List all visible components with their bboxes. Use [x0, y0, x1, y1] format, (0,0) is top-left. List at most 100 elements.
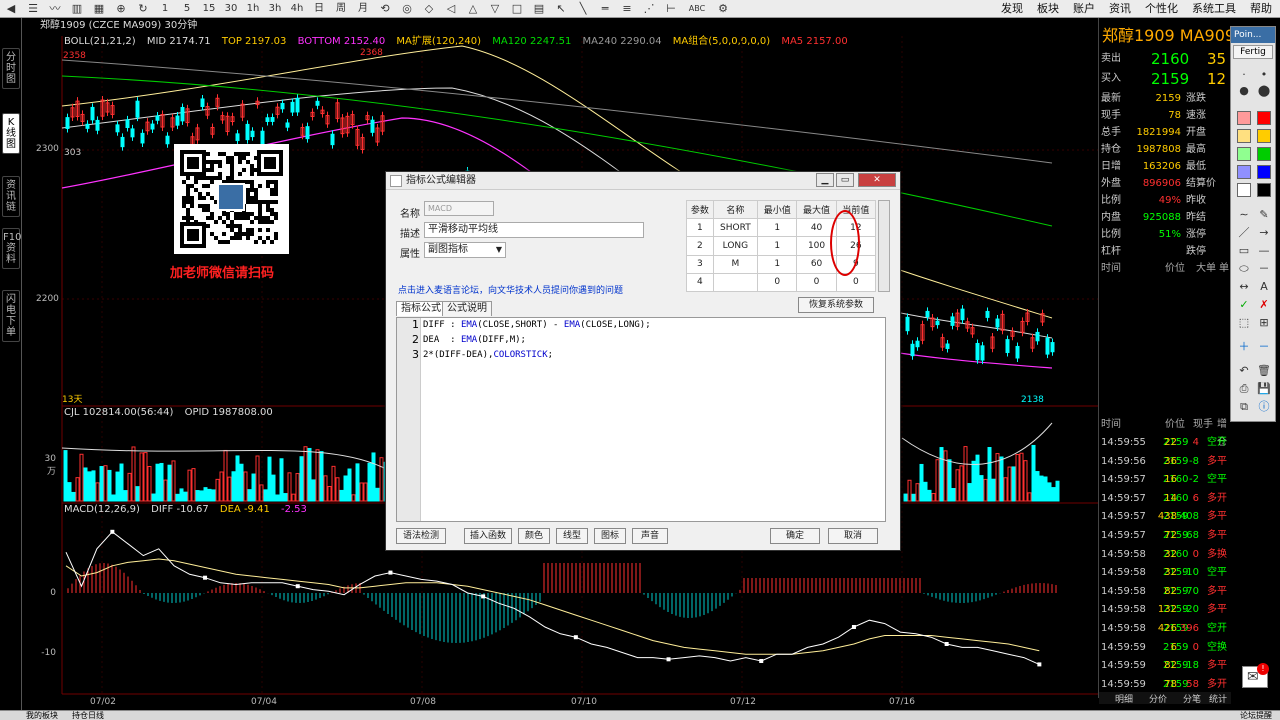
- dot-xlarge-icon[interactable]: ⬤: [1255, 83, 1273, 99]
- chart-line-icon[interactable]: 〰: [46, 1, 64, 17]
- fib-icon[interactable]: ≡: [618, 1, 636, 17]
- status-my-sector[interactable]: 我的板块: [26, 711, 58, 720]
- sell-row[interactable]: 卖出 2160 35: [1099, 48, 1231, 70]
- dialog-titlebar[interactable]: 指标公式编辑器 ▁ ▭ ✕: [386, 172, 900, 190]
- icon-button[interactable]: 图标: [594, 528, 626, 544]
- fan-icon[interactable]: ⋰: [640, 1, 658, 17]
- tab-detail[interactable]: 明细: [1115, 692, 1133, 705]
- cursor-icon[interactable]: ↖: [552, 1, 570, 17]
- period-day[interactable]: 日: [310, 1, 328, 17]
- refresh-icon[interactable]: ↻: [134, 1, 152, 17]
- cross-icon[interactable]: ✗: [1255, 297, 1273, 313]
- text-tool-icon[interactable]: A: [1255, 279, 1273, 295]
- undo-icon[interactable]: ↶: [1235, 363, 1253, 379]
- square-icon[interactable]: □: [508, 1, 526, 17]
- hline-tool-icon[interactable]: —: [1255, 243, 1273, 259]
- close-icon[interactable]: ✕: [858, 173, 896, 187]
- tick-row[interactable]: 14:59:57 2159 438 -408 多平: [1099, 508, 1231, 526]
- color-green[interactable]: [1257, 147, 1271, 161]
- tab-stats[interactable]: 统计: [1209, 692, 1227, 705]
- rotate-icon[interactable]: ⟲: [376, 1, 394, 17]
- pen-icon[interactable]: ✎: [1255, 207, 1273, 223]
- tick-row[interactable]: 14:59:58 2159 426 396 空开: [1099, 620, 1231, 638]
- grid-icon[interactable]: ▦: [90, 1, 108, 17]
- menu-sector[interactable]: 板块: [1037, 0, 1059, 18]
- tick-row[interactable]: 14:59:58 2159 132 -20 多平: [1099, 601, 1231, 619]
- tab-timeshare[interactable]: 分时图: [2, 48, 20, 89]
- status-position[interactable]: 持仓日线: [72, 711, 104, 720]
- period-month[interactable]: 月: [354, 1, 372, 17]
- color-white[interactable]: [1237, 183, 1251, 197]
- tick-row[interactable]: 14:59:59 2159 82 -18 多平: [1099, 657, 1231, 675]
- forum-hint-link[interactable]: 点击进入麦语言论坛，向文华技术人员提问你遇到的问题: [398, 283, 623, 296]
- tick-row[interactable]: 14:59:55 2159 22 4 空开: [1099, 434, 1231, 452]
- color-lightgreen[interactable]: [1237, 147, 1251, 161]
- bars-icon[interactable]: ▤: [530, 1, 548, 17]
- line-tool-icon[interactable]: ／: [1235, 225, 1253, 241]
- period-1h[interactable]: 1h: [244, 1, 262, 17]
- diamond-icon[interactable]: ◇: [420, 1, 438, 17]
- buy-row[interactable]: 买入 2159 12: [1099, 68, 1231, 90]
- param-row[interactable]: 4000: [686, 272, 877, 293]
- wave-icon[interactable]: ∼: [1235, 207, 1253, 223]
- print-icon[interactable]: ⎙: [1235, 381, 1253, 397]
- insert-function-button[interactable]: 插入函数: [464, 528, 512, 544]
- rect-tool-icon[interactable]: ▭: [1235, 243, 1253, 259]
- arrow-left-icon[interactable]: ◁: [442, 1, 460, 17]
- ok-button[interactable]: 确定: [770, 528, 820, 544]
- back-icon[interactable]: ◀: [2, 1, 20, 17]
- tab-news-chain[interactable]: 资讯链: [2, 176, 20, 217]
- period-3h[interactable]: 3h: [266, 1, 284, 17]
- tick-row[interactable]: 14:59:57 2159 72 -68 多平: [1099, 527, 1231, 545]
- measure-icon[interactable]: ⊢: [662, 1, 680, 17]
- settings-icon[interactable]: ⚙: [714, 1, 732, 17]
- tab-kline[interactable]: K线图: [2, 113, 20, 154]
- period-4h[interactable]: 4h: [288, 1, 306, 17]
- period-5[interactable]: 5: [178, 1, 196, 17]
- params-scrollbar[interactable]: [878, 200, 890, 292]
- menu-news[interactable]: 资讯: [1109, 0, 1131, 18]
- list-icon[interactable]: ☰: [24, 1, 42, 17]
- fertig-button[interactable]: Fertig: [1233, 45, 1273, 59]
- color-yellow[interactable]: [1257, 129, 1271, 143]
- period-15[interactable]: 15: [200, 1, 218, 17]
- color-lightred[interactable]: [1237, 111, 1251, 125]
- line-icon[interactable]: ╲: [574, 1, 592, 17]
- restore-defaults-button[interactable]: 恢复系统参数: [798, 297, 874, 313]
- zoom-select-icon[interactable]: ⊞: [1255, 315, 1273, 331]
- double-arrow-icon[interactable]: ↔: [1235, 279, 1253, 295]
- syntax-check-button[interactable]: 语法检测: [396, 528, 446, 544]
- hline-icon[interactable]: ═: [596, 1, 614, 17]
- ellipse-tool-icon[interactable]: ⬭: [1235, 261, 1253, 277]
- color-lightyellow[interactable]: [1237, 129, 1251, 143]
- dot-large-icon[interactable]: ●: [1235, 83, 1253, 99]
- tick-row[interactable]: 14:59:57 2160 14 6 多开: [1099, 490, 1231, 508]
- name-field[interactable]: MACD: [424, 201, 494, 216]
- cancel-button[interactable]: 取消: [828, 528, 878, 544]
- tab-price-split[interactable]: 分价: [1149, 692, 1167, 705]
- mail-notification[interactable]: ✉ !: [1242, 663, 1269, 688]
- menu-help[interactable]: 帮助: [1250, 0, 1272, 18]
- color-blue[interactable]: [1257, 165, 1271, 179]
- arrow-tool-icon[interactable]: →: [1255, 225, 1273, 241]
- menu-personalize[interactable]: 个性化: [1145, 0, 1178, 18]
- restore-icon[interactable]: ▭: [836, 173, 854, 187]
- arrow-up-icon[interactable]: △: [464, 1, 482, 17]
- color-red[interactable]: [1257, 111, 1271, 125]
- tick-row[interactable]: 14:59:57 2160 16 -2 空平: [1099, 471, 1231, 489]
- tick-row[interactable]: 14:59:58 2159 82 -70 多平: [1099, 583, 1231, 601]
- period-week[interactable]: 周: [332, 1, 350, 17]
- candle-icon[interactable]: ▥: [68, 1, 86, 17]
- period-30[interactable]: 30: [222, 1, 240, 17]
- tick-row[interactable]: 14:59:59 2159 6 0 空换: [1099, 639, 1231, 657]
- dot-small-icon[interactable]: ·: [1235, 67, 1253, 83]
- dot-medium-icon[interactable]: •: [1255, 67, 1273, 83]
- plus-icon[interactable]: ＋: [1235, 339, 1253, 355]
- select-icon[interactable]: ⬚: [1235, 315, 1253, 331]
- menu-discover[interactable]: 发现: [1001, 0, 1023, 18]
- target-icon[interactable]: ◎: [398, 1, 416, 17]
- attr-select[interactable]: 副图指标 ▼: [424, 242, 506, 258]
- minimize-icon[interactable]: ▁: [816, 173, 834, 187]
- minus-tool-icon[interactable]: －: [1255, 261, 1273, 277]
- tick-row[interactable]: 14:59:56 2159 36 -8 多平: [1099, 453, 1231, 471]
